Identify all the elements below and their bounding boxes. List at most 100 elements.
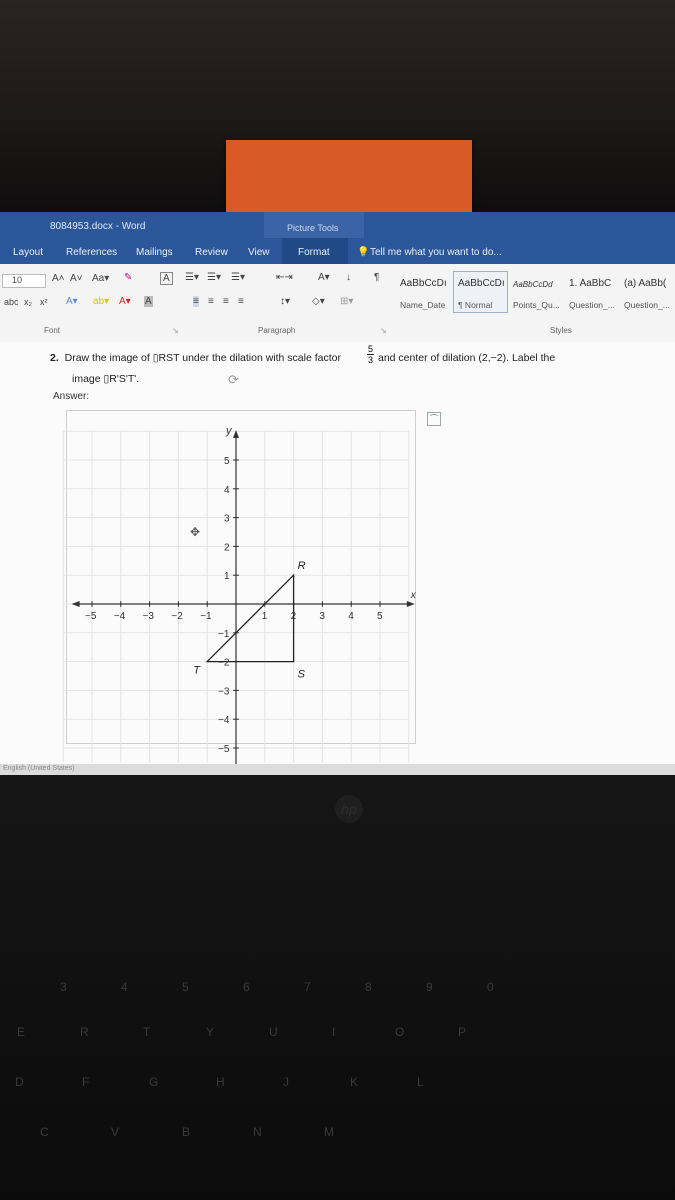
y-tick-label: 1 <box>224 571 230 582</box>
y-tick-label: −4 <box>218 715 230 726</box>
y-tick-label: −1 <box>218 629 230 640</box>
x-tick-label: −3 <box>143 611 155 622</box>
shrink-font-icon[interactable]: A˅ <box>70 273 83 284</box>
align-center-icon[interactable]: ≡ <box>208 296 214 307</box>
tab-mailings[interactable]: Mailings <box>136 247 173 258</box>
keyboard-key: V <box>111 1125 120 1139</box>
style-name-date[interactable]: AaBbCcDı Name_Date <box>395 271 453 313</box>
x-tick-label: −4 <box>114 611 126 622</box>
tab-view[interactable]: View <box>248 247 270 258</box>
tab-format-label: Format <box>298 247 330 258</box>
status-bar: English (United States) <box>0 764 675 775</box>
style-points[interactable]: AaBbCcDd Points_Qu... <box>508 271 566 313</box>
multilevel-icon[interactable]: ☰▾ <box>231 272 245 283</box>
document-title: 8084953.docx - Word <box>50 221 146 232</box>
keyboard-key: P <box>458 1025 467 1039</box>
grow-font-icon[interactable]: A˄ <box>52 273 65 284</box>
keyboard-key: E <box>17 1025 26 1039</box>
paragraph-dialog-launcher-icon[interactable]: ↘ <box>380 326 387 335</box>
font-group-label: Font <box>44 326 61 335</box>
style-question-2[interactable]: (a) AaBb( Question_... <box>619 271 675 313</box>
keyboard-key: 3 <box>60 980 67 994</box>
asian-layout-icon[interactable]: A▾ <box>318 272 330 283</box>
move-cursor-icon: ✥ <box>190 525 201 539</box>
style-question-1[interactable]: 1. AaBbC Question_... <box>564 271 621 313</box>
justify-icon[interactable]: ≡ <box>238 296 244 307</box>
x-tick-label: 3 <box>319 611 325 622</box>
picture-tools-label: Picture Tools <box>287 223 339 233</box>
keyboard-key: M <box>324 1125 334 1139</box>
font-dialog-launcher-icon[interactable]: ↘ <box>172 326 179 335</box>
keyboard-key: C <box>40 1125 49 1139</box>
style-sample: 1. AaBbC <box>569 278 612 289</box>
document-page[interactable]: 2. Draw the image of ▯RST under the dila… <box>0 342 675 775</box>
borders-icon[interactable]: ⊞▾ <box>340 296 353 307</box>
superscript-icon[interactable]: x² <box>40 297 48 307</box>
ribbon-tabs: Layout References Mailings Review View F… <box>0 238 675 264</box>
keyboard-key: 0 <box>487 980 494 994</box>
laptop-keyboard-deck: hp 3 4 5 6 7 8 9 0 E R T Y U I O P D F G H J K L C V B N M <box>0 775 675 1200</box>
keyboard-key: B <box>182 1125 191 1139</box>
picture-tools-context: Picture Tools <box>264 212 364 238</box>
y-tick-label: 5 <box>224 456 230 467</box>
x-tick-label: −5 <box>85 611 97 622</box>
tab-layout[interactable]: Layout <box>13 247 43 258</box>
hp-logo-icon: hp <box>335 795 363 823</box>
align-right-icon[interactable]: ≡ <box>223 296 229 307</box>
x-tick-label: −2 <box>171 611 183 622</box>
keyboard-key: R <box>80 1025 89 1039</box>
shading-icon[interactable]: ◇▾ <box>312 296 325 307</box>
keyboard-key: 5 <box>182 980 189 994</box>
strikethrough-icon[interactable]: abc <box>4 297 19 307</box>
indent-icon[interactable]: ⇤⇥ <box>276 272 293 283</box>
char-border-icon[interactable]: A <box>160 272 173 285</box>
photo-scene: 8084953.docx - Word Picture Tools Layout… <box>0 0 675 1200</box>
style-sample: (a) AaBb( <box>624 278 667 289</box>
tick-labels: −5 −4 −3 −2 −1 1 2 3 4 554321−1−2−3−4−5 <box>85 456 383 755</box>
y-tick-label: −3 <box>218 686 230 697</box>
keyboard-key: O <box>395 1025 405 1039</box>
keyboard-key: J <box>283 1075 289 1089</box>
sort-icon[interactable]: ↓ <box>346 272 351 283</box>
text-effects-icon[interactable]: A▾ <box>66 296 78 307</box>
style-sample: AaBbCcDı <box>400 278 447 289</box>
subscript-icon[interactable]: x₂ <box>24 297 32 307</box>
font-size-box[interactable]: 10 <box>2 274 46 288</box>
line-spacing-icon[interactable]: ↕▾ <box>280 296 290 307</box>
vertex-label-s: S <box>298 669 306 681</box>
tell-me-box[interactable]: Tell me what you want to do... <box>370 247 502 258</box>
keyboard-key: T <box>143 1025 151 1039</box>
tab-review[interactable]: Review <box>195 247 228 258</box>
y-tick-label: −5 <box>218 744 230 755</box>
lightbulb-icon: 💡 <box>357 247 370 258</box>
clear-format-icon[interactable]: ✎ <box>124 272 132 283</box>
bullets-icon[interactable]: ☰▾ <box>185 272 199 283</box>
title-bar: 8084953.docx - Word Picture Tools <box>0 212 675 238</box>
keyboard-key: I <box>332 1025 336 1039</box>
numbering-icon[interactable]: ☰▾ <box>207 272 221 283</box>
style-sample: AaBbCcDı <box>458 278 505 289</box>
y-tick-label: −2 <box>218 658 230 669</box>
word-window: 8084953.docx - Word Picture Tools Layout… <box>0 212 675 775</box>
x-tick-label: 5 <box>377 611 383 622</box>
style-caption: ¶ Normal <box>458 300 493 310</box>
tab-references[interactable]: References <box>66 247 117 258</box>
style-normal[interactable]: AaBbCcDı ¶ Normal <box>453 271 508 313</box>
char-shading-icon[interactable]: A <box>144 296 153 307</box>
tab-format[interactable]: Format <box>282 238 348 264</box>
style-caption: Points_Qu... <box>513 300 560 310</box>
font-size-value: 10 <box>12 275 23 285</box>
axes: xy <box>71 425 417 775</box>
pilcrow-icon[interactable]: ¶ <box>374 272 379 283</box>
highlight-icon[interactable]: ab▾ <box>93 296 109 307</box>
style-sample: AaBbCcDd <box>513 280 553 289</box>
change-case-icon[interactable]: Aa▾ <box>92 273 109 284</box>
keyboard-key: D <box>15 1075 24 1089</box>
x-tick-label: 1 <box>262 611 268 622</box>
font-color-icon[interactable]: A▾ <box>119 296 131 307</box>
paragraph-group-label: Paragraph <box>258 326 296 335</box>
style-caption: Question_... <box>624 300 670 310</box>
keyboard-key: H <box>216 1075 225 1089</box>
align-left-icon[interactable]: ≡ <box>193 296 199 307</box>
styles-group-label: Styles <box>550 326 572 335</box>
